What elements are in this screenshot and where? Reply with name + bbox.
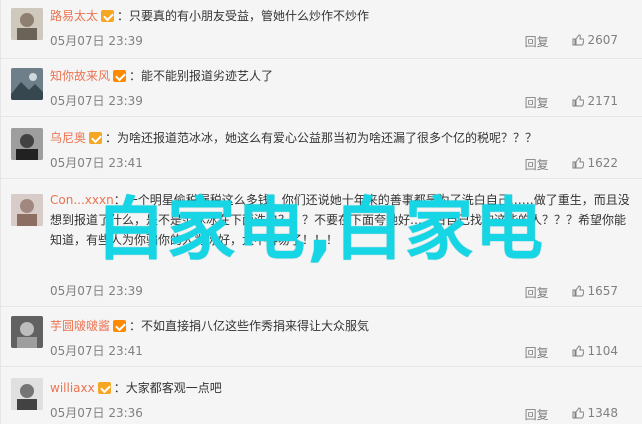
crown-badge-icon xyxy=(113,320,127,332)
like-button[interactable]: 1104 xyxy=(572,344,618,358)
avatar[interactable] xyxy=(11,68,43,100)
comment-text: 不如直接捐八亿这些作秀捐来得让大众服気 xyxy=(141,319,370,333)
username[interactable]: Con...xxxn xyxy=(50,193,114,207)
reply-button[interactable]: 回复 xyxy=(525,94,549,111)
comment-item: Con...xxxn：一个明星偷税漏税这么多钱，你们还说她十年来的善事都是为了洗… xyxy=(1,178,642,307)
verified-badge-icon xyxy=(97,382,111,394)
timestamp: 05月07日 23:41 xyxy=(50,344,143,358)
comment-actions: 回复 1348 xyxy=(525,406,618,423)
timestamp: 05月07日 23:39 xyxy=(50,94,143,108)
thumbs-up-icon xyxy=(572,95,585,107)
like-count: 2171 xyxy=(587,94,618,108)
comment-actions: 回复 1622 xyxy=(525,156,618,173)
comment-actions: 回复 1104 xyxy=(525,344,618,361)
comment-text: 能不能别报道劣迹艺人了 xyxy=(141,69,274,83)
comment-item: 知你故来风 ：能不能别报道劣迹艺人了 05月07日 23:39 回复 2171 xyxy=(1,58,642,117)
timestamp: 05月07日 23:39 xyxy=(50,284,143,298)
avatar[interactable] xyxy=(11,316,43,348)
separator: ： xyxy=(113,193,126,207)
reply-button[interactable]: 回复 xyxy=(525,344,549,361)
username[interactable]: 乌尼奥 xyxy=(50,131,86,145)
username[interactable]: 芋圆啵啵酱 xyxy=(50,319,110,333)
like-count: 1622 xyxy=(587,156,618,170)
comment-item: 路易太太 ：只要真的有小朋友受益，管她什么炒作不炒作 05月07日 23:39 回… xyxy=(1,0,642,59)
separator: ： xyxy=(129,319,142,333)
verified-badge-icon xyxy=(101,10,115,22)
like-button[interactable]: 1657 xyxy=(572,284,618,298)
like-button[interactable]: 1348 xyxy=(572,406,618,420)
like-count: 2607 xyxy=(587,33,618,47)
like-button[interactable]: 2607 xyxy=(572,33,618,47)
username[interactable]: 知你故来风 xyxy=(50,69,110,83)
comment-text: 只要真的有小朋友受益，管她什么炒作不炒作 xyxy=(129,9,370,23)
reply-button[interactable]: 回复 xyxy=(525,406,549,423)
verified-badge-icon xyxy=(89,132,103,144)
avatar[interactable] xyxy=(11,194,43,226)
comment-actions: 回复 2607 xyxy=(525,33,618,50)
avatar[interactable] xyxy=(11,128,43,160)
thumbs-up-icon xyxy=(572,285,585,297)
username[interactable]: 路易太太 xyxy=(50,9,98,23)
thumbs-up-icon xyxy=(572,345,585,357)
comment-actions: 回复 2171 xyxy=(525,94,618,111)
separator: ： xyxy=(117,9,130,23)
comment-text: 大家都客观一点吧 xyxy=(125,381,222,395)
comment-list: 路易太太 ：只要真的有小朋友受益，管她什么炒作不炒作 05月07日 23:39 回… xyxy=(0,0,642,424)
avatar[interactable] xyxy=(11,8,43,40)
timestamp: 05月07日 23:41 xyxy=(50,156,143,170)
reply-button[interactable]: 回复 xyxy=(525,156,549,173)
comment-actions: 回复 1657 xyxy=(525,284,618,301)
comment-text: 为啥还报道范冰冰，她这么有爱心公益那当初为啥还漏了很多个亿的税呢？？？ xyxy=(117,131,538,145)
reply-button[interactable]: 回复 xyxy=(525,284,549,301)
avatar[interactable] xyxy=(11,378,43,410)
comment-item: williaxx ：大家都客观一点吧 05月07日 23:36 回复 1348 xyxy=(1,366,642,424)
username[interactable]: williaxx xyxy=(50,381,95,395)
reply-button[interactable]: 回复 xyxy=(525,33,549,50)
comment-item: 芋圆啵啵酱 ：不如直接捐八亿这些作秀捐来得让大众服気 05月07日 23:41 回… xyxy=(1,306,642,367)
verified-badge-icon xyxy=(113,70,127,82)
separator: ： xyxy=(129,69,142,83)
thumbs-up-icon xyxy=(572,34,585,46)
separator: ： xyxy=(105,131,118,145)
like-button[interactable]: 1622 xyxy=(572,156,618,170)
thumbs-up-icon xyxy=(572,407,585,419)
like-count: 1657 xyxy=(587,284,618,298)
like-count: 1348 xyxy=(587,406,618,420)
comment-text: 一个明星偷税漏税这么多钱，你们还说她十年来的善事都是为了洗白自己……做了重生，而… xyxy=(50,193,630,247)
timestamp: 05月07日 23:39 xyxy=(50,34,143,48)
thumbs-up-icon xyxy=(572,157,585,169)
separator: ： xyxy=(113,381,126,395)
like-button[interactable]: 2171 xyxy=(572,94,618,108)
timestamp: 05月07日 23:36 xyxy=(50,406,143,420)
comment-item: 乌尼奥 ：为啥还报道范冰冰，她这么有爱心公益那当初为啥还漏了很多个亿的税呢？？？ … xyxy=(1,116,642,179)
like-count: 1104 xyxy=(587,344,618,358)
